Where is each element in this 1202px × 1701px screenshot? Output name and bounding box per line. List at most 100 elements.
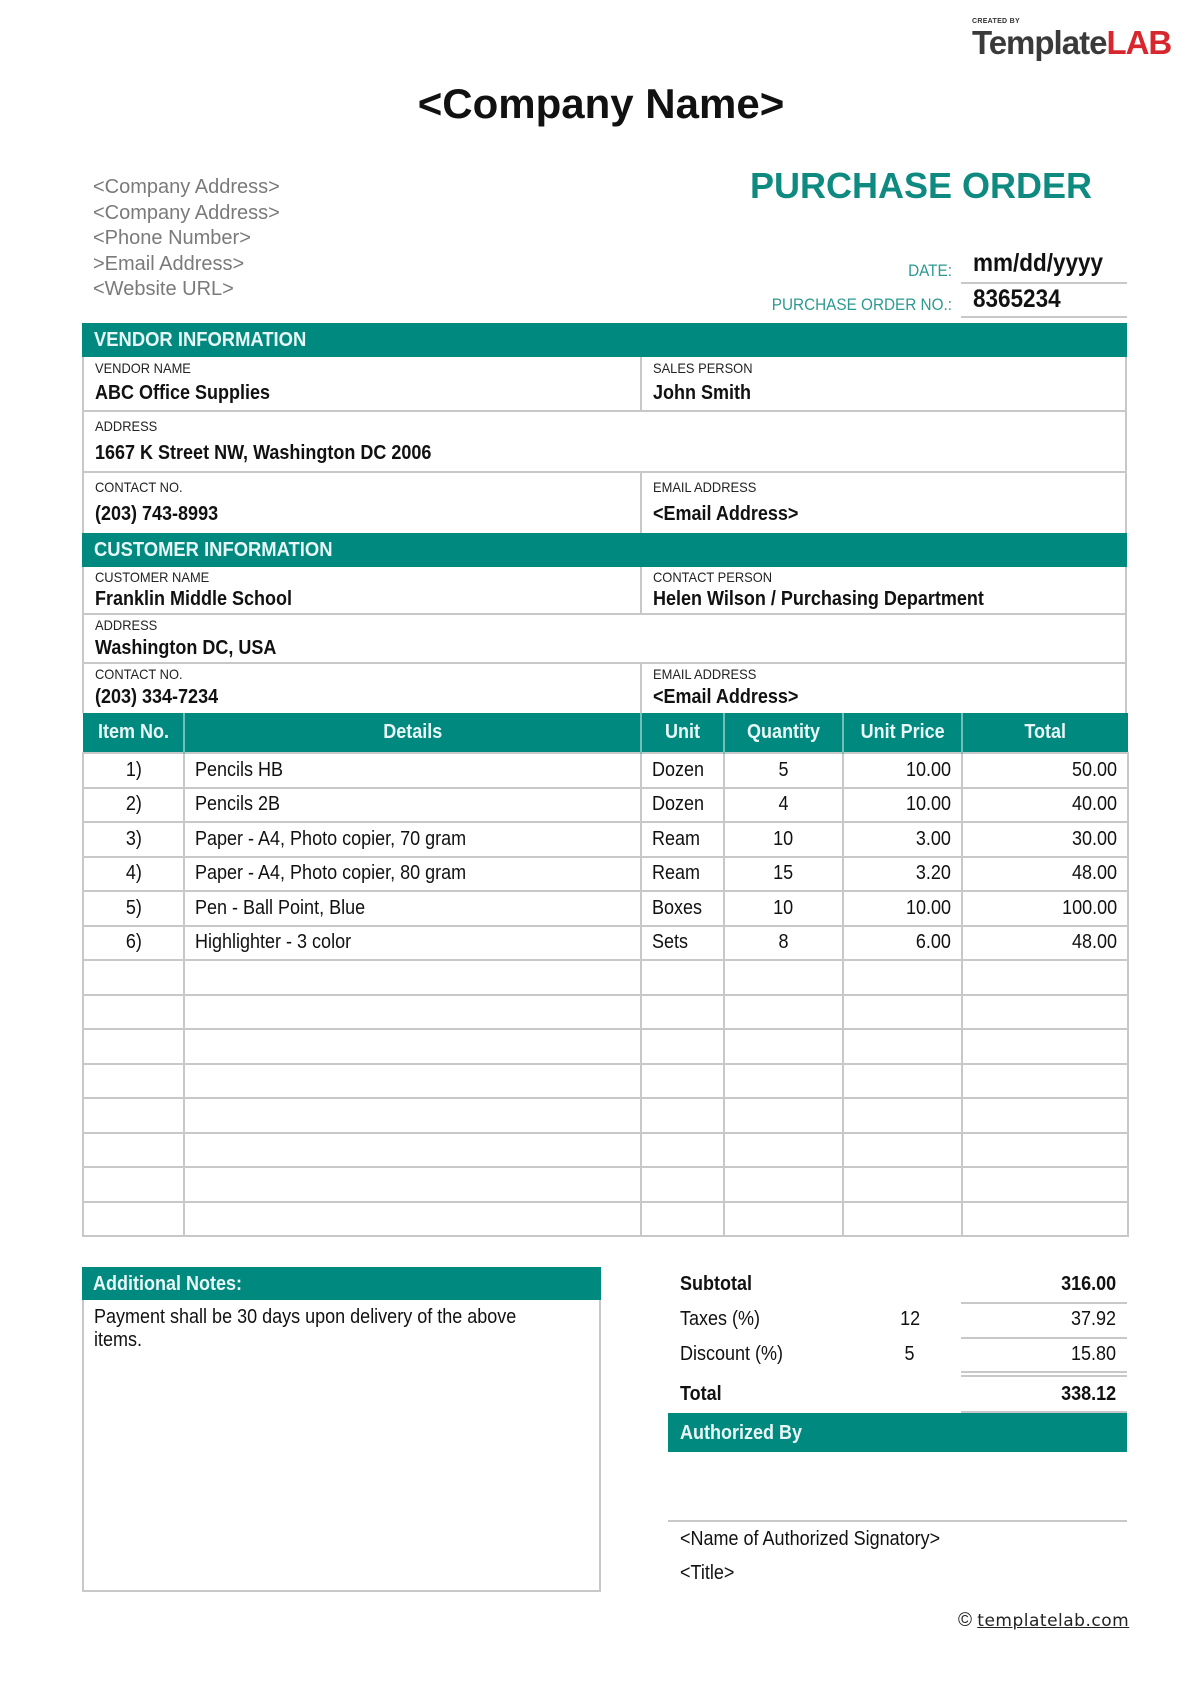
item-total-cell[interactable]: 50.00 bbox=[961, 752, 1129, 789]
item-unit-price-cell[interactable] bbox=[842, 1166, 963, 1203]
item-number-cell[interactable] bbox=[82, 1166, 185, 1203]
item-unit-cell[interactable] bbox=[640, 993, 725, 1030]
item-unit-price-cell[interactable]: 10.00 bbox=[842, 752, 963, 789]
item-total-cell[interactable]: 30.00 bbox=[961, 821, 1129, 858]
item-unit-price-cell[interactable] bbox=[842, 1097, 963, 1134]
item-unit-price-cell[interactable] bbox=[842, 1131, 963, 1168]
item-total-cell[interactable] bbox=[961, 1097, 1129, 1134]
notes-box[interactable]: Payment shall be 30 days upon delivery o… bbox=[82, 1300, 601, 1592]
item-details-cell[interactable] bbox=[183, 1166, 642, 1203]
item-details-cell[interactable]: Pencils HB bbox=[183, 752, 642, 789]
item-details-cell[interactable]: Pen - Ball Point, Blue bbox=[183, 890, 642, 927]
item-number-cell[interactable]: 6) bbox=[82, 924, 185, 961]
item-quantity-cell[interactable]: 4 bbox=[723, 786, 844, 823]
vendor-name-value[interactable]: ABC Office Supplies bbox=[95, 382, 586, 405]
item-total-cell[interactable] bbox=[961, 1200, 1129, 1237]
item-details-cell[interactable]: Paper - A4, Photo copier, 70 gram bbox=[183, 821, 642, 858]
item-quantity-cell[interactable]: 15 bbox=[723, 855, 844, 892]
item-unit-cell[interactable]: Dozen bbox=[640, 752, 725, 789]
po-number-value[interactable]: 8365234 bbox=[973, 285, 1061, 314]
item-total-cell[interactable] bbox=[961, 1028, 1129, 1065]
customer-contact-value[interactable]: (203) 334-7234 bbox=[95, 686, 586, 709]
item-quantity-cell[interactable] bbox=[723, 959, 844, 996]
item-total-cell[interactable] bbox=[961, 959, 1129, 996]
item-unit-cell[interactable] bbox=[640, 1131, 725, 1168]
item-unit-cell[interactable] bbox=[640, 1200, 725, 1237]
item-unit-cell[interactable] bbox=[640, 959, 725, 996]
item-quantity-cell[interactable] bbox=[723, 1028, 844, 1065]
item-unit-price-cell[interactable] bbox=[842, 1062, 963, 1099]
item-number-cell[interactable]: 2) bbox=[82, 786, 185, 823]
item-unit-price-cell[interactable] bbox=[842, 1200, 963, 1237]
item-total-cell[interactable] bbox=[961, 1131, 1129, 1168]
item-total-cell[interactable] bbox=[961, 993, 1129, 1030]
vendor-email-value[interactable]: <Email Address> bbox=[653, 503, 1078, 526]
item-details-cell[interactable]: Pencils 2B bbox=[183, 786, 642, 823]
signatory-name[interactable]: <Name of Authorized Signatory> bbox=[680, 1528, 969, 1551]
item-details-cell[interactable] bbox=[183, 1097, 642, 1134]
item-number-cell[interactable] bbox=[82, 993, 185, 1030]
item-unit-price-cell[interactable]: 10.00 bbox=[842, 890, 963, 927]
item-quantity-cell[interactable]: 8 bbox=[723, 924, 844, 961]
item-unit-price-cell[interactable]: 3.00 bbox=[842, 821, 963, 858]
item-details-cell[interactable] bbox=[183, 1062, 642, 1099]
taxes-percent[interactable]: 12 bbox=[890, 1308, 930, 1331]
item-details-cell[interactable]: Highlighter - 3 color bbox=[183, 924, 642, 961]
item-number-cell[interactable]: 1) bbox=[82, 752, 185, 789]
item-unit-price-cell[interactable] bbox=[842, 993, 963, 1030]
item-unit-cell[interactable] bbox=[640, 1097, 725, 1134]
item-unit-price-cell[interactable] bbox=[842, 1028, 963, 1065]
item-unit-cell[interactable]: Ream bbox=[640, 855, 725, 892]
item-total-cell[interactable]: 40.00 bbox=[961, 786, 1129, 823]
item-quantity-cell[interactable] bbox=[723, 1062, 844, 1099]
item-total-cell[interactable]: 100.00 bbox=[961, 890, 1129, 927]
customer-address-value[interactable]: Washington DC, USA bbox=[95, 637, 1022, 660]
item-quantity-cell[interactable]: 10 bbox=[723, 890, 844, 927]
item-number-cell[interactable]: 5) bbox=[82, 890, 185, 927]
item-total-cell[interactable] bbox=[961, 1166, 1129, 1203]
item-number-cell[interactable] bbox=[82, 1062, 185, 1099]
item-unit-price-cell[interactable]: 10.00 bbox=[842, 786, 963, 823]
sales-person-value[interactable]: John Smith bbox=[653, 382, 1078, 405]
customer-email-value[interactable]: <Email Address> bbox=[653, 686, 1078, 709]
item-details-cell[interactable] bbox=[183, 959, 642, 996]
item-total-cell[interactable]: 48.00 bbox=[961, 924, 1129, 961]
item-details-cell[interactable] bbox=[183, 993, 642, 1030]
item-details-cell[interactable] bbox=[183, 1131, 642, 1168]
item-details-cell[interactable]: Paper - A4, Photo copier, 80 gram bbox=[183, 855, 642, 892]
item-unit-cell[interactable] bbox=[640, 1028, 725, 1065]
item-number-cell[interactable]: 3) bbox=[82, 821, 185, 858]
item-number-cell[interactable] bbox=[82, 1097, 185, 1134]
item-quantity-cell[interactable] bbox=[723, 1200, 844, 1237]
vendor-address-value[interactable]: 1667 K Street NW, Washington DC 2006 bbox=[95, 442, 1022, 465]
item-number-cell[interactable] bbox=[82, 1028, 185, 1065]
item-quantity-cell[interactable]: 5 bbox=[723, 752, 844, 789]
date-value[interactable]: mm/dd/yyyy bbox=[973, 249, 1103, 278]
item-quantity-cell[interactable] bbox=[723, 1166, 844, 1203]
item-unit-cell[interactable]: Sets bbox=[640, 924, 725, 961]
item-unit-cell[interactable] bbox=[640, 1062, 725, 1099]
item-unit-price-cell[interactable]: 3.20 bbox=[842, 855, 963, 892]
item-number-cell[interactable]: 4) bbox=[82, 855, 185, 892]
vendor-contact-value[interactable]: (203) 743-8993 bbox=[95, 503, 586, 526]
item-quantity-cell[interactable]: 10 bbox=[723, 821, 844, 858]
templatelab-link[interactable]: templatelab.com bbox=[977, 1611, 1129, 1631]
item-quantity-cell[interactable] bbox=[723, 993, 844, 1030]
item-total-cell[interactable] bbox=[961, 1062, 1129, 1099]
contact-person-value[interactable]: Helen Wilson / Purchasing Department bbox=[653, 588, 1078, 611]
discount-percent[interactable]: 5 bbox=[890, 1343, 930, 1366]
item-unit-cell[interactable]: Dozen bbox=[640, 786, 725, 823]
item-unit-price-cell[interactable] bbox=[842, 959, 963, 996]
item-number-cell[interactable] bbox=[82, 959, 185, 996]
customer-name-value[interactable]: Franklin Middle School bbox=[95, 588, 586, 611]
item-total-cell[interactable]: 48.00 bbox=[961, 855, 1129, 892]
signatory-title[interactable]: <Title> bbox=[680, 1562, 740, 1585]
item-unit-cell[interactable] bbox=[640, 1166, 725, 1203]
item-details-cell[interactable] bbox=[183, 1200, 642, 1237]
item-number-cell[interactable] bbox=[82, 1200, 185, 1237]
item-quantity-cell[interactable] bbox=[723, 1131, 844, 1168]
item-unit-price-cell[interactable]: 6.00 bbox=[842, 924, 963, 961]
item-details-cell[interactable] bbox=[183, 1028, 642, 1065]
item-unit-cell[interactable]: Boxes bbox=[640, 890, 725, 927]
item-unit-cell[interactable]: Ream bbox=[640, 821, 725, 858]
